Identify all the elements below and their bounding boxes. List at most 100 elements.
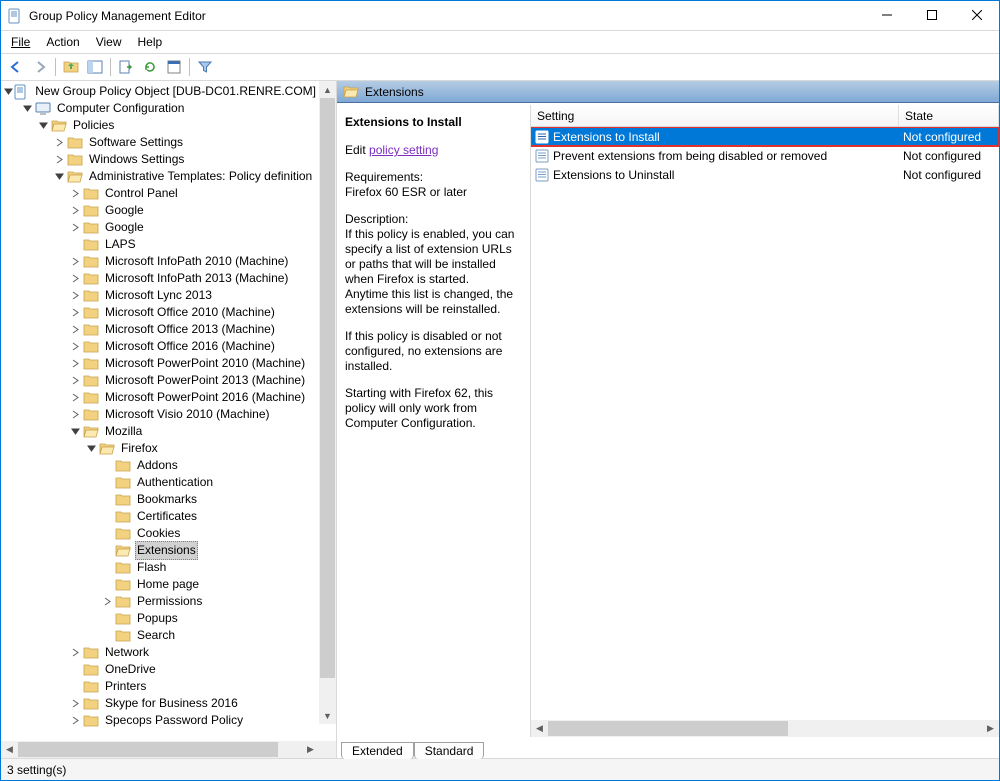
tree-item-authentication[interactable]: Authentication [3,474,336,491]
tree-vertical-scrollbar[interactable]: ▲ ▼ [319,81,336,724]
tree-item-bookmarks[interactable]: Bookmarks [3,491,336,508]
setting-row[interactable]: Extensions to UninstallNot configured [531,165,999,184]
settings-list-rows[interactable]: Extensions to InstallNot configuredPreve… [531,127,999,720]
tree-item-firefox[interactable]: Firefox [3,440,336,457]
tree-item-root[interactable]: New Group Policy Object [DUB-DC01.RENRE.… [3,83,336,100]
tree-item-skype[interactable]: Skype for Business 2016 [3,695,336,712]
expand-icon[interactable] [67,203,83,219]
minimize-button[interactable] [864,1,909,30]
tree-item-mozilla[interactable]: Mozilla [3,423,336,440]
tree-item-windows_settings[interactable]: Windows Settings [3,151,336,168]
scroll-thumb-h[interactable] [18,742,278,757]
tree-item-office2010[interactable]: Microsoft Office 2010 (Machine) [3,304,336,321]
collapse-icon[interactable] [3,84,13,100]
properties-button[interactable] [163,56,185,78]
expand-icon[interactable] [99,594,115,610]
expand-icon[interactable] [67,713,83,729]
expand-icon[interactable] [67,220,83,236]
expand-icon[interactable] [67,186,83,202]
expand-icon[interactable] [67,645,83,661]
tree-item-google1[interactable]: Google [3,202,336,219]
tree-item-software_settings[interactable]: Software Settings [3,134,336,151]
tree-item-certificates[interactable]: Certificates [3,508,336,525]
list-scroll-thumb[interactable] [548,721,788,736]
expand-icon[interactable] [67,271,83,287]
tree-item-policies[interactable]: Policies [3,117,336,134]
show-hide-tree-button[interactable] [84,56,106,78]
tree-item-ppt2016[interactable]: Microsoft PowerPoint 2016 (Machine) [3,389,336,406]
tree-item-search[interactable]: Search [3,627,336,644]
collapse-icon[interactable] [35,118,51,134]
collapse-icon[interactable] [83,441,99,457]
tree-item-homepage[interactable]: Home page [3,576,336,593]
expand-icon[interactable] [67,407,83,423]
expand-icon[interactable] [67,305,83,321]
scroll-right-arrow[interactable]: ▶ [302,741,319,758]
column-header-setting[interactable]: Setting [531,105,899,126]
tree-item-visio2010[interactable]: Microsoft Visio 2010 (Machine) [3,406,336,423]
menu-help[interactable]: Help [130,33,171,51]
tree-item-ppt2013[interactable]: Microsoft PowerPoint 2013 (Machine) [3,372,336,389]
tree-item-office2016[interactable]: Microsoft Office 2016 (Machine) [3,338,336,355]
menu-file[interactable]: File [3,33,38,51]
collapse-icon[interactable] [67,424,83,440]
back-button[interactable] [5,56,27,78]
tree[interactable]: New Group Policy Object [DUB-DC01.RENRE.… [1,81,336,731]
tree-item-office2013[interactable]: Microsoft Office 2013 (Machine) [3,321,336,338]
export-button[interactable] [115,56,137,78]
scroll-up-arrow[interactable]: ▲ [319,81,336,98]
forward-button[interactable] [29,56,51,78]
tree-item-onedrive[interactable]: OneDrive [3,661,336,678]
list-scroll-right[interactable]: ▶ [982,720,999,737]
close-button[interactable] [954,1,999,30]
expand-icon[interactable] [67,322,83,338]
expand-icon[interactable] [67,339,83,355]
filter-button[interactable] [194,56,216,78]
tree-item-computer_config[interactable]: Computer Configuration [3,100,336,117]
tree-item-extensions[interactable]: Extensions [3,542,336,559]
scroll-left-arrow[interactable]: ◀ [1,741,18,758]
refresh-button[interactable] [139,56,161,78]
list-scroll-left[interactable]: ◀ [531,720,548,737]
expand-icon[interactable] [67,288,83,304]
expand-icon[interactable] [67,390,83,406]
edit-policy-link[interactable]: policy setting [369,143,438,157]
tree-horizontal-scrollbar[interactable]: ◀ ▶ [1,741,336,758]
tree-item-popups[interactable]: Popups [3,610,336,627]
expand-icon[interactable] [67,696,83,712]
expand-icon[interactable] [67,356,83,372]
expand-icon[interactable] [67,254,83,270]
tree-item-permissions[interactable]: Permissions [3,593,336,610]
tree-item-network[interactable]: Network [3,644,336,661]
menu-view[interactable]: View [88,33,130,51]
tree-item-lync2013[interactable]: Microsoft Lync 2013 [3,287,336,304]
collapse-icon[interactable] [19,101,35,117]
tree-item-ppt2010[interactable]: Microsoft PowerPoint 2010 (Machine) [3,355,336,372]
tree-item-printers[interactable]: Printers [3,678,336,695]
column-header-state[interactable]: State [899,105,999,126]
tree-item-infopath2010[interactable]: Microsoft InfoPath 2010 (Machine) [3,253,336,270]
scroll-down-arrow[interactable]: ▼ [319,707,336,724]
maximize-button[interactable] [909,1,954,30]
expand-icon[interactable] [51,135,67,151]
setting-row[interactable]: Prevent extensions from being disabled o… [531,146,999,165]
tree-item-specops[interactable]: Specops Password Policy [3,712,336,729]
expand-icon[interactable] [51,152,67,168]
tab-standard[interactable]: Standard [414,742,485,759]
expand-icon[interactable] [67,373,83,389]
tree-item-addons[interactable]: Addons [3,457,336,474]
tree-item-cookies[interactable]: Cookies [3,525,336,542]
tree-item-admin_templates[interactable]: Administrative Templates: Policy definit… [3,168,336,185]
up-button[interactable] [60,56,82,78]
menu-action[interactable]: Action [38,33,87,51]
collapse-icon[interactable] [51,169,67,185]
list-horizontal-scrollbar[interactable]: ◀ ▶ [531,720,999,737]
tree-item-infopath2013[interactable]: Microsoft InfoPath 2013 (Machine) [3,270,336,287]
setting-row[interactable]: Extensions to InstallNot configured [531,127,999,146]
tree-item-laps[interactable]: LAPS [3,236,336,253]
scroll-thumb-v[interactable] [320,98,335,678]
tree-item-flash[interactable]: Flash [3,559,336,576]
tree-item-control_panel[interactable]: Control Panel [3,185,336,202]
tab-extended[interactable]: Extended [341,742,414,759]
tree-item-google2[interactable]: Google [3,219,336,236]
